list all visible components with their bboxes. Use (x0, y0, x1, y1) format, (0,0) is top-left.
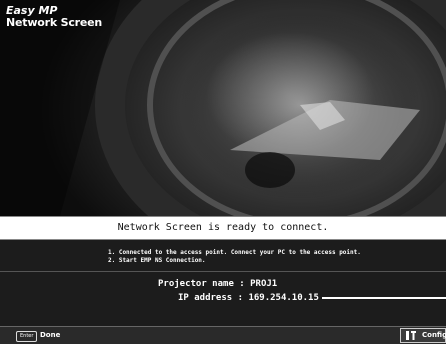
ip-address-pointer-line (322, 297, 446, 299)
instructions: 1. Connected to the access point. Connec… (108, 249, 361, 265)
network-screen: Easy MP Network Screen Network Screen is… (0, 0, 446, 344)
config-button[interactable]: Config (400, 328, 446, 343)
easy-mp-logo: Easy MP Network Screen (6, 5, 102, 29)
instruction-step-2: 2. Start EMP NS Connection. (108, 257, 206, 264)
bottom-bar: Enter Done Config (0, 326, 446, 344)
enter-key-icon: Enter (16, 331, 38, 342)
ip-address-value: 169.254.10.15 (248, 293, 319, 303)
connection-info-panel: 1. Connected to the access point. Connec… (0, 240, 446, 326)
projector-lens-image (0, 0, 446, 216)
ip-address-row: IP address : 169.254.10.15 (178, 293, 319, 303)
instruction-step-1: 1. Connected to the access point. Connec… (108, 249, 361, 256)
projector-name-row: Projector name : PROJ1 (158, 279, 277, 289)
projector-name-label: Projector name : (158, 279, 245, 289)
ip-address-label: IP address : (178, 293, 244, 303)
projector-name-value: PROJ1 (250, 279, 278, 289)
config-icon (406, 331, 416, 340)
background-photo: Easy MP Network Screen (0, 0, 446, 216)
config-label: Config (422, 331, 446, 339)
done-label: Done (40, 331, 61, 339)
divider (0, 271, 446, 272)
status-banner: Network Screen is ready to connect. (0, 216, 446, 240)
logo-line2: Network Screen (6, 16, 103, 29)
